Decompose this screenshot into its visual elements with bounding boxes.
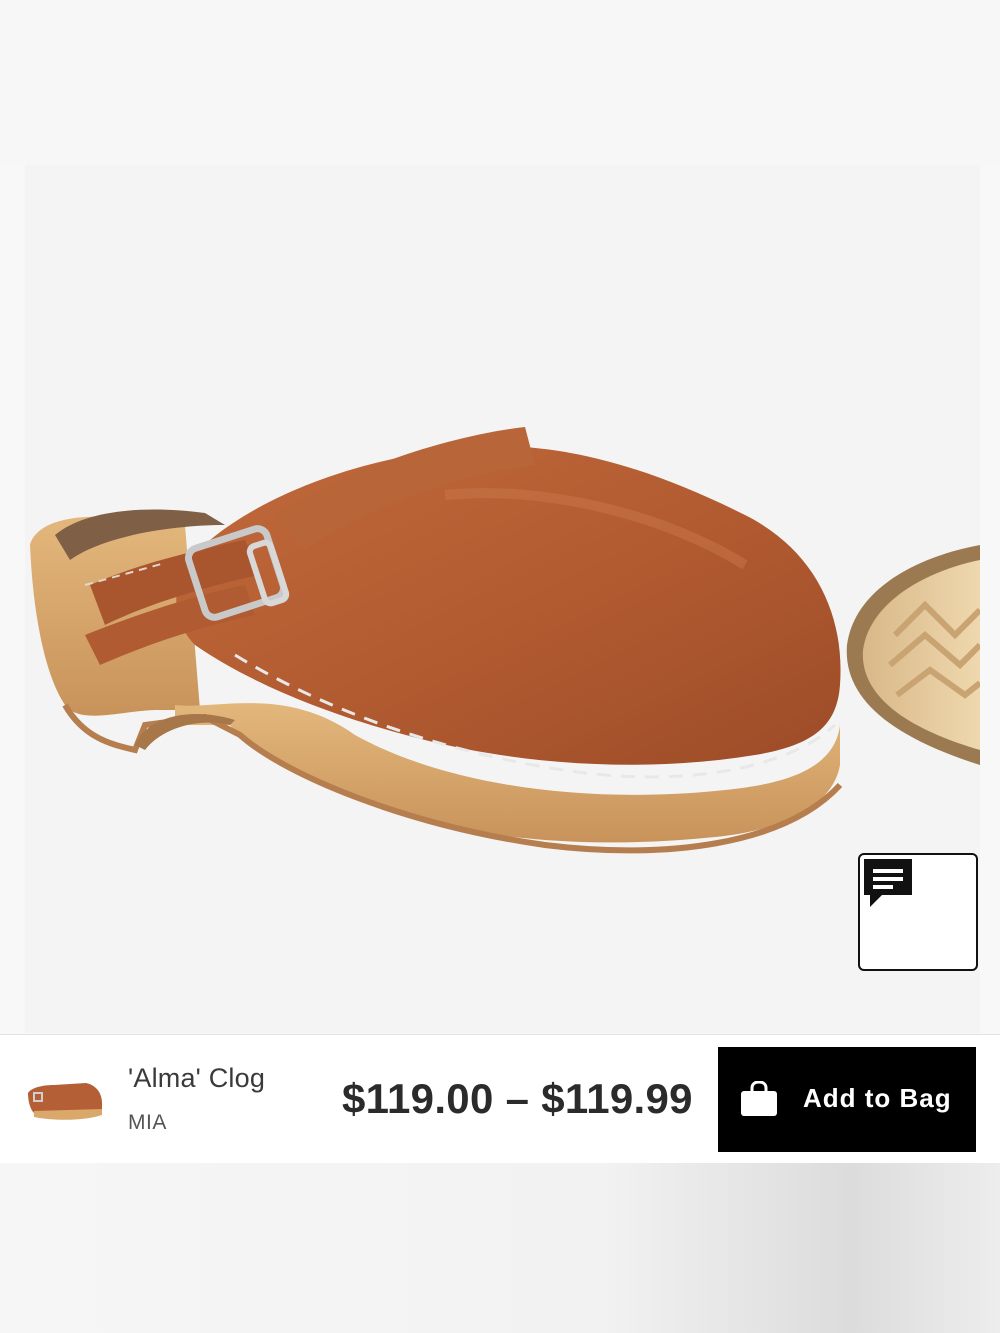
add-to-bag-label: Add to Bag (803, 1083, 952, 1113)
sticky-product-bar: 'Alma' Clog MIA $119.00 – $119.99 Add to… (0, 1034, 1000, 1164)
bottom-background (0, 1163, 1000, 1333)
top-background (0, 0, 1000, 165)
main-clog (30, 427, 843, 854)
product-name: 'Alma' Clog (128, 1063, 266, 1093)
product-image[interactable] (25, 165, 980, 1033)
second-clog-sole (846, 545, 980, 765)
product-thumbnail[interactable] (24, 1071, 106, 1123)
shopping-bag-icon (741, 1081, 777, 1116)
brand-name[interactable]: MIA (128, 1111, 167, 1135)
chat-button[interactable] (858, 853, 978, 971)
price-range: $119.00 – $119.99 (342, 1075, 693, 1122)
chat-bubble-icon (864, 859, 912, 907)
add-to-bag-button[interactable]: Add to Bag (718, 1047, 976, 1152)
clog-illustration (30, 427, 980, 854)
